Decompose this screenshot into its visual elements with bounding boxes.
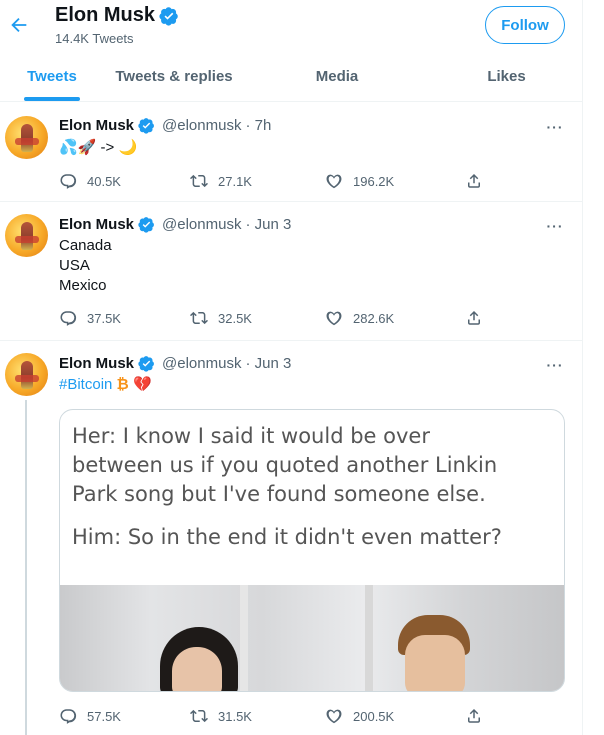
heart-icon <box>326 709 342 724</box>
tweet-actions: 57.5K 31.5K 200.5K <box>59 707 499 727</box>
retweet-count: 32.5K <box>218 310 252 326</box>
like-button[interactable]: 200.5K <box>325 707 394 725</box>
tweet-time[interactable]: · 7h <box>245 117 271 134</box>
like-count: 282.6K <box>353 310 395 326</box>
author-handle[interactable]: @elonmusk <box>162 355 241 372</box>
tweet-line: 💦🚀 -> 🌙 <box>59 139 138 156</box>
profile-timeline: Elon Musk 14.4K Tweets Follow Tweets Twe… <box>0 0 583 735</box>
meme-line: Her: I know I said it would be over <box>72 424 430 448</box>
author-name[interactable]: Elon Musk <box>59 117 134 134</box>
like-button[interactable]: 196.2K <box>325 172 394 190</box>
emoji-text: ₿ 💔 <box>116 376 152 393</box>
reply-count: 40.5K <box>87 173 121 189</box>
reply-icon <box>60 709 77 724</box>
like-button[interactable]: 282.6K <box>325 309 394 327</box>
verified-badge-icon <box>138 217 154 233</box>
retweet-count: 27.1K <box>218 173 252 189</box>
page-title: Elon Musk <box>55 4 179 27</box>
tweet[interactable]: Elon Musk @elonmusk · Jun 3 ··· Canada U… <box>0 202 583 341</box>
meme-line: between us if you quoted another Linkin <box>72 453 498 477</box>
more-options-icon[interactable]: ··· <box>545 119 565 135</box>
more-options-icon[interactable]: ··· <box>545 218 565 234</box>
tweet-count: 14.4K Tweets <box>55 31 134 46</box>
like-count: 200.5K <box>353 708 395 724</box>
share-button[interactable] <box>465 707 483 725</box>
back-arrow-icon[interactable] <box>6 12 32 38</box>
tweet-header: Elon Musk @elonmusk · Jun 3 <box>59 355 291 372</box>
reply-button[interactable]: 37.5K <box>59 309 121 327</box>
reply-button[interactable]: 57.5K <box>59 707 121 725</box>
author-name[interactable]: Elon Musk <box>59 216 134 233</box>
retweet-count: 31.5K <box>218 708 252 724</box>
retweet-button[interactable]: 32.5K <box>190 309 252 327</box>
follow-button[interactable]: Follow <box>485 6 565 44</box>
tweet-actions: 37.5K 32.5K 282.6K <box>59 309 499 329</box>
meme-line: Park song but I've found someone else. <box>72 482 486 506</box>
tweet-time[interactable]: · Jun 3 <box>245 216 291 233</box>
reply-count: 57.5K <box>87 708 121 724</box>
heart-icon <box>326 311 342 326</box>
reply-button[interactable]: 40.5K <box>59 172 121 190</box>
tab-media[interactable]: Media <box>244 52 430 101</box>
verified-badge-icon <box>138 118 154 134</box>
reply-count: 37.5K <box>87 310 121 326</box>
hashtag-link[interactable]: #Bitcoin <box>59 376 112 393</box>
share-icon <box>468 310 480 325</box>
tab-likes[interactable]: Likes <box>430 52 583 101</box>
avatar[interactable] <box>5 214 48 257</box>
tweet-actions: 40.5K 27.1K 196.2K <box>59 172 499 192</box>
profile-header: Elon Musk 14.4K Tweets Follow <box>0 0 583 52</box>
heart-icon <box>326 174 342 189</box>
tweet-header: Elon Musk @elonmusk · Jun 3 <box>59 216 291 233</box>
more-options-icon[interactable]: ··· <box>545 357 565 373</box>
tweet[interactable]: Elon Musk @elonmusk · 7h ··· 💦🚀 -> 🌙 40.… <box>0 103 583 202</box>
retweet-icon <box>190 311 208 325</box>
reply-icon <box>60 311 77 326</box>
meme-photo <box>60 585 564 691</box>
tweet-time[interactable]: · Jun 3 <box>245 355 291 372</box>
verified-badge-icon <box>159 6 178 26</box>
tweet-text: #Bitcoin ₿ 💔 <box>59 375 152 395</box>
author-name[interactable]: Elon Musk <box>59 355 134 372</box>
thread-connector <box>25 400 27 735</box>
profile-tabs: Tweets Tweets & replies Media Likes <box>0 52 583 102</box>
tab-tweets[interactable]: Tweets <box>0 52 104 101</box>
tweet-media-image[interactable]: Her: I know I said it would be over betw… <box>59 409 565 692</box>
like-count: 196.2K <box>353 173 395 189</box>
tweet-line: USA <box>59 257 90 274</box>
verified-badge-icon <box>138 356 154 372</box>
retweet-icon <box>190 709 208 723</box>
meme-line: Him: So in the end it didn't even matter… <box>72 525 502 549</box>
share-button[interactable] <box>465 309 483 327</box>
reply-icon <box>60 174 77 189</box>
retweet-icon <box>190 174 208 188</box>
author-handle[interactable]: @elonmusk <box>162 117 241 134</box>
avatar[interactable] <box>5 116 48 159</box>
tweet-text: Canada USA Mexico <box>59 236 112 296</box>
retweet-button[interactable]: 27.1K <box>190 172 252 190</box>
meme-caption: Her: I know I said it would be over betw… <box>72 422 556 552</box>
tab-tweets-replies[interactable]: Tweets & replies <box>104 52 244 101</box>
tweet[interactable]: Elon Musk @elonmusk · Jun 3 ··· #Bitcoin… <box>0 341 583 735</box>
profile-name: Elon Musk <box>55 4 156 26</box>
tweet-text: 💦🚀 -> 🌙 <box>59 138 137 158</box>
share-icon <box>468 708 480 723</box>
author-handle[interactable]: @elonmusk <box>162 216 241 233</box>
share-button[interactable] <box>465 172 483 190</box>
tweet-header: Elon Musk @elonmusk · 7h <box>59 117 271 134</box>
avatar[interactable] <box>5 353 48 396</box>
tweet-line: Canada <box>59 237 112 254</box>
retweet-button[interactable]: 31.5K <box>190 707 252 725</box>
share-icon <box>468 173 480 188</box>
tweet-line: Mexico <box>59 277 107 294</box>
